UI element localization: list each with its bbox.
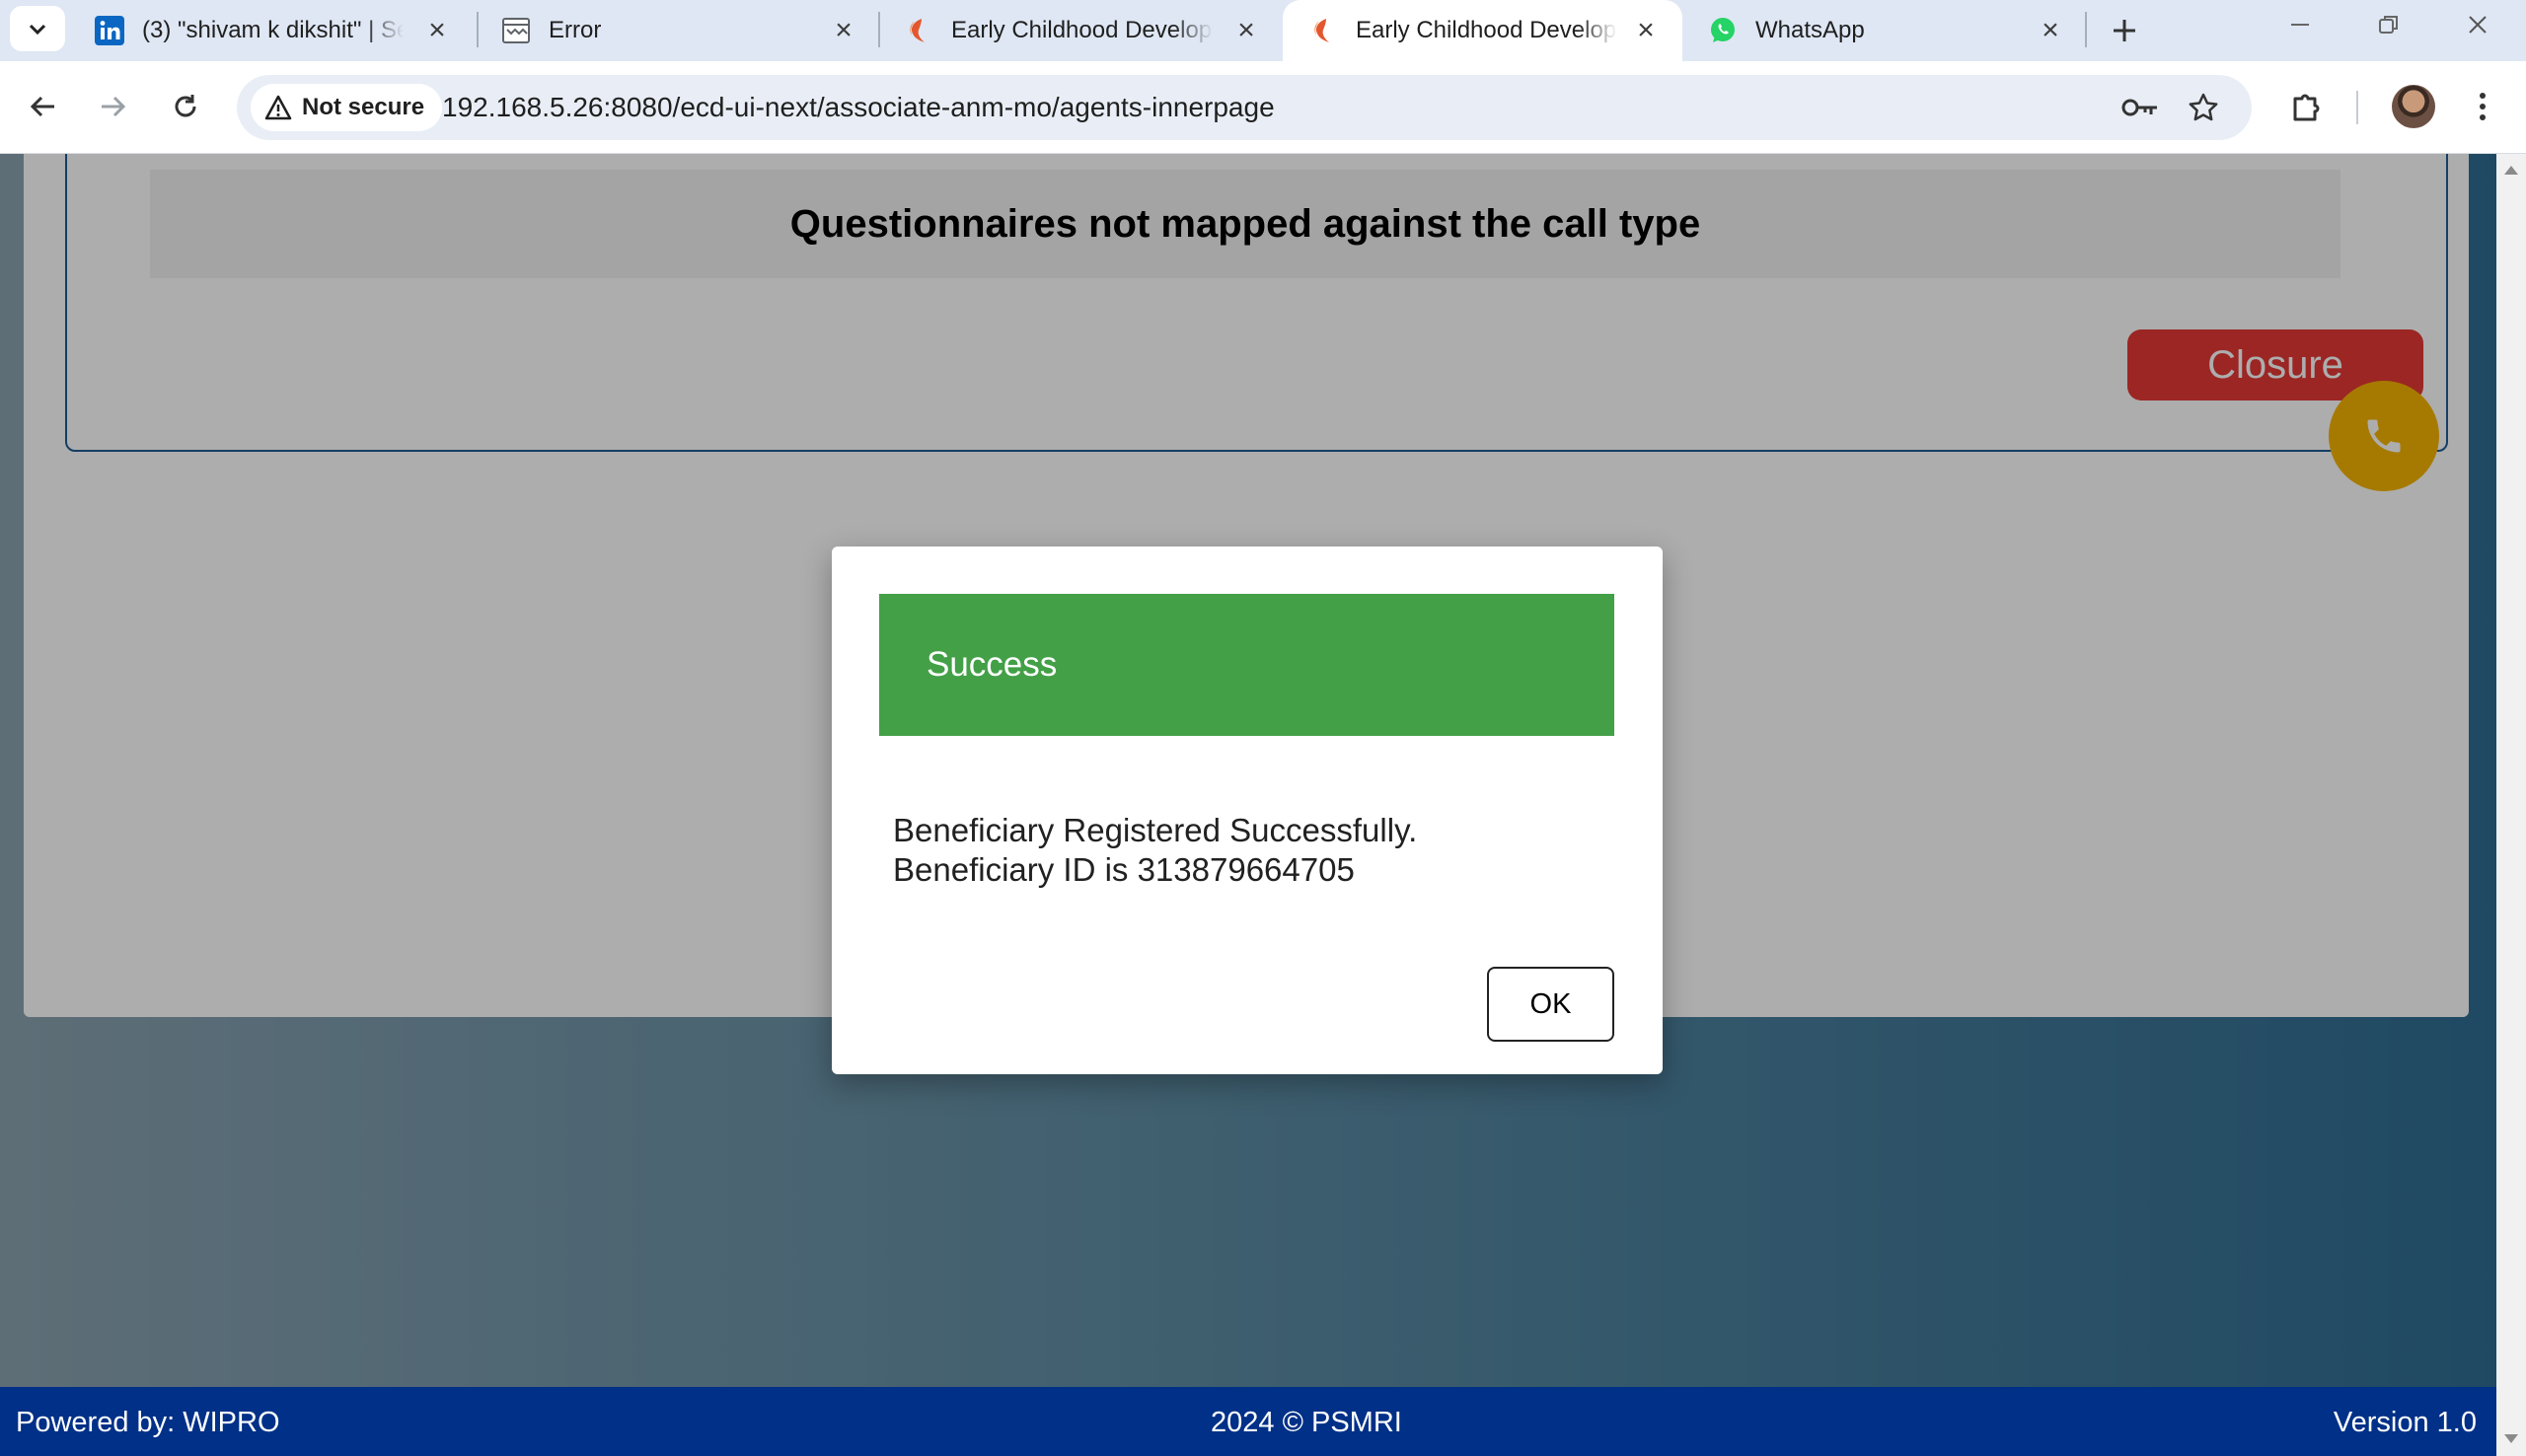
page-footer: Powered by: WIPRO 2024 © PSMRI Version 1… [0, 1387, 2496, 1456]
chevron-down-icon [29, 24, 46, 36]
close-icon [2469, 16, 2487, 34]
tab-divider [2085, 12, 2087, 47]
security-label: Not secure [302, 94, 425, 120]
tab-search-button[interactable] [10, 6, 65, 51]
minimize-button[interactable] [2256, 0, 2344, 49]
forward-button[interactable] [87, 81, 138, 132]
key-icon [2121, 99, 2157, 116]
tab-ecd-1[interactable]: Early Childhood Develop × [878, 0, 1283, 61]
tab-whatsapp[interactable]: WhatsApp × [1682, 0, 2087, 61]
extensions-button[interactable] [2281, 81, 2333, 132]
close-icon[interactable]: × [1629, 14, 1663, 47]
tab-linkedin[interactable]: (3) "shivam k dikshit" | Se × [69, 0, 474, 61]
close-icon[interactable]: × [420, 14, 454, 47]
reload-icon [175, 95, 196, 117]
toolbar-divider [2356, 91, 2358, 124]
warning-icon [264, 95, 292, 120]
browser-tab-strip: (3) "shivam k dikshit" | Se × Error × Ea… [0, 0, 2526, 61]
browser-menu-button[interactable] [2457, 81, 2508, 132]
url-text[interactable]: 192.168.5.26:8080/ecd-ui-next/associate-… [442, 92, 1275, 123]
close-icon[interactable]: × [2034, 14, 2067, 47]
tab-error[interactable]: Error × [476, 0, 880, 61]
profile-avatar[interactable] [2392, 85, 2435, 128]
tab-title: Early Childhood Develop [951, 17, 1213, 43]
linkedin-icon [95, 16, 124, 45]
puzzle-icon [2293, 94, 2320, 121]
dialog-title: Success [927, 645, 1058, 684]
password-key-button[interactable] [2119, 87, 2161, 128]
star-icon [2189, 93, 2218, 121]
tab-title: Early Childhood Develop [1356, 17, 1617, 43]
scroll-up-icon[interactable] [2504, 166, 2518, 175]
plus-icon [2114, 20, 2135, 41]
footer-version: Version 1.0 [2333, 1407, 2477, 1438]
ecd-logo-icon [904, 16, 933, 45]
browser-toolbar: Not secure 192.168.5.26:8080/ecd-ui-next… [0, 61, 2526, 154]
close-icon[interactable]: × [827, 14, 860, 47]
tab-title: Error [549, 17, 602, 43]
close-window-button[interactable] [2433, 0, 2522, 49]
more-vertical-icon [2480, 93, 2486, 120]
new-tab-button[interactable] [2102, 8, 2147, 53]
arrow-right-icon [102, 96, 126, 117]
bookmark-button[interactable] [2183, 87, 2224, 128]
whatsapp-icon [1708, 16, 1738, 45]
tab-title: WhatsApp [1755, 17, 1865, 43]
page-viewport: Questionnaires not mapped against the ca… [0, 154, 2526, 1456]
back-button[interactable] [18, 81, 69, 132]
reload-button[interactable] [160, 81, 211, 132]
success-dialog: Success Beneficiary Registered Successfu… [832, 546, 1663, 1074]
dialog-header: Success [879, 594, 1614, 736]
dialog-message: Beneficiary Registered Successfully. Ben… [893, 812, 1418, 888]
vertical-scrollbar[interactable] [2496, 154, 2526, 1456]
tab-ecd-active[interactable]: Early Childhood Develop × [1283, 0, 1682, 61]
restore-button[interactable] [2344, 0, 2433, 49]
security-chip[interactable]: Not secure [251, 84, 443, 131]
footer-powered-by: Powered by: WIPRO [16, 1407, 280, 1438]
broken-page-icon [501, 16, 531, 45]
minimize-icon [2291, 24, 2309, 26]
address-bar[interactable]: Not secure 192.168.5.26:8080/ecd-ui-next… [237, 75, 2252, 140]
ok-button[interactable]: OK [1487, 967, 1614, 1042]
restore-icon [2379, 16, 2398, 34]
scroll-down-icon[interactable] [2504, 1434, 2518, 1443]
ecd-logo-icon [1308, 16, 1338, 45]
tab-title: (3) "shivam k dikshit" | Se [142, 17, 404, 43]
arrow-left-icon [30, 96, 54, 117]
close-icon[interactable]: × [1229, 14, 1263, 47]
footer-copyright: 2024 © PSMRI [1211, 1407, 1402, 1438]
